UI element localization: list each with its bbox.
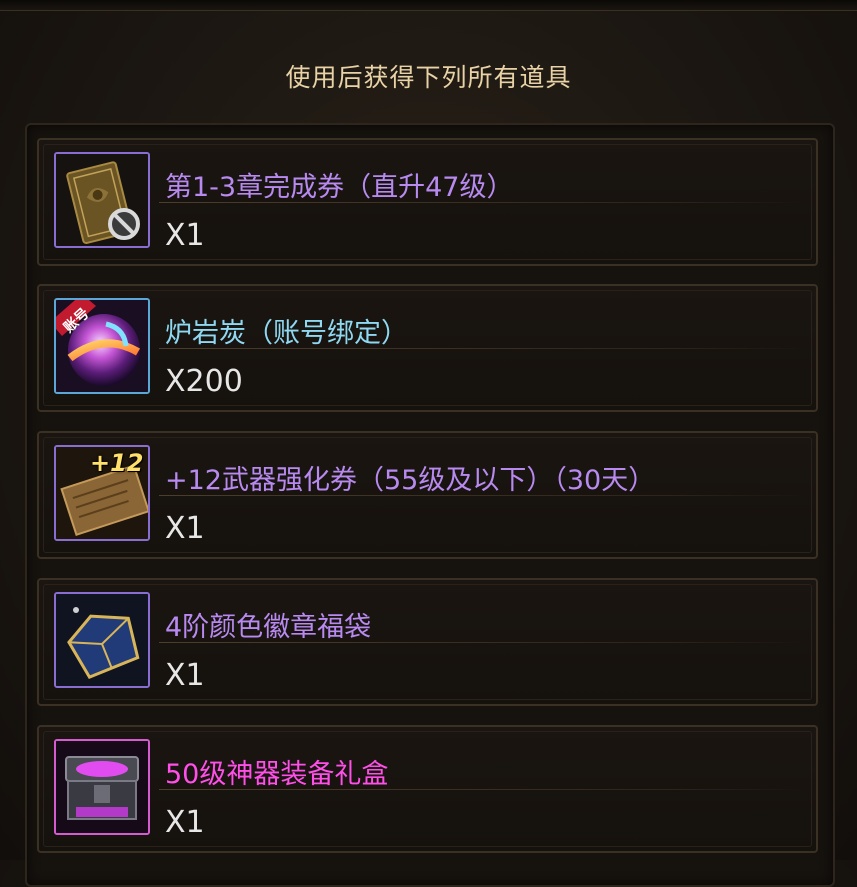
plus-12-badge: +12: [90, 449, 144, 477]
item-name: 50级神器装备礼盒: [165, 759, 389, 790]
lava-orb-icon[interactable]: 账号: [54, 298, 150, 394]
reward-item-3[interactable]: +12 +12武器强化券（55级及以下）（30天） X1: [37, 431, 818, 559]
item-quantity: X1: [165, 658, 205, 693]
top-frame-bar: [0, 0, 857, 11]
upgrade-scroll-icon[interactable]: +12: [54, 445, 150, 541]
item-quantity: X200: [165, 364, 243, 399]
emblem-bag-icon[interactable]: [54, 592, 150, 688]
item-name: 第1-3章完成券（直升47级）: [165, 172, 514, 203]
reward-item-5[interactable]: 50级神器装备礼盒 X1: [37, 725, 818, 853]
item-quantity: X1: [165, 218, 205, 253]
reward-item-2[interactable]: 账号 炉岩炭（账号绑定） X200: [37, 284, 818, 412]
reward-item-4[interactable]: 4阶颜色徽章福袋 X1: [37, 578, 818, 706]
golden-ticket-icon[interactable]: [54, 152, 150, 248]
item-quantity: X1: [165, 511, 205, 546]
page-title: 使用后获得下列所有道具: [285, 63, 572, 92]
item-quantity: X1: [165, 805, 205, 840]
item-name: 4阶颜色徽章福袋: [165, 612, 372, 643]
item-name: +12武器强化券（55级及以下）（30天）: [165, 465, 656, 496]
reward-item-1[interactable]: 第1-3章完成券（直升47级） X1: [37, 138, 818, 266]
gift-box-icon[interactable]: [54, 739, 150, 835]
item-name: 炉岩炭（账号绑定）: [165, 318, 408, 349]
